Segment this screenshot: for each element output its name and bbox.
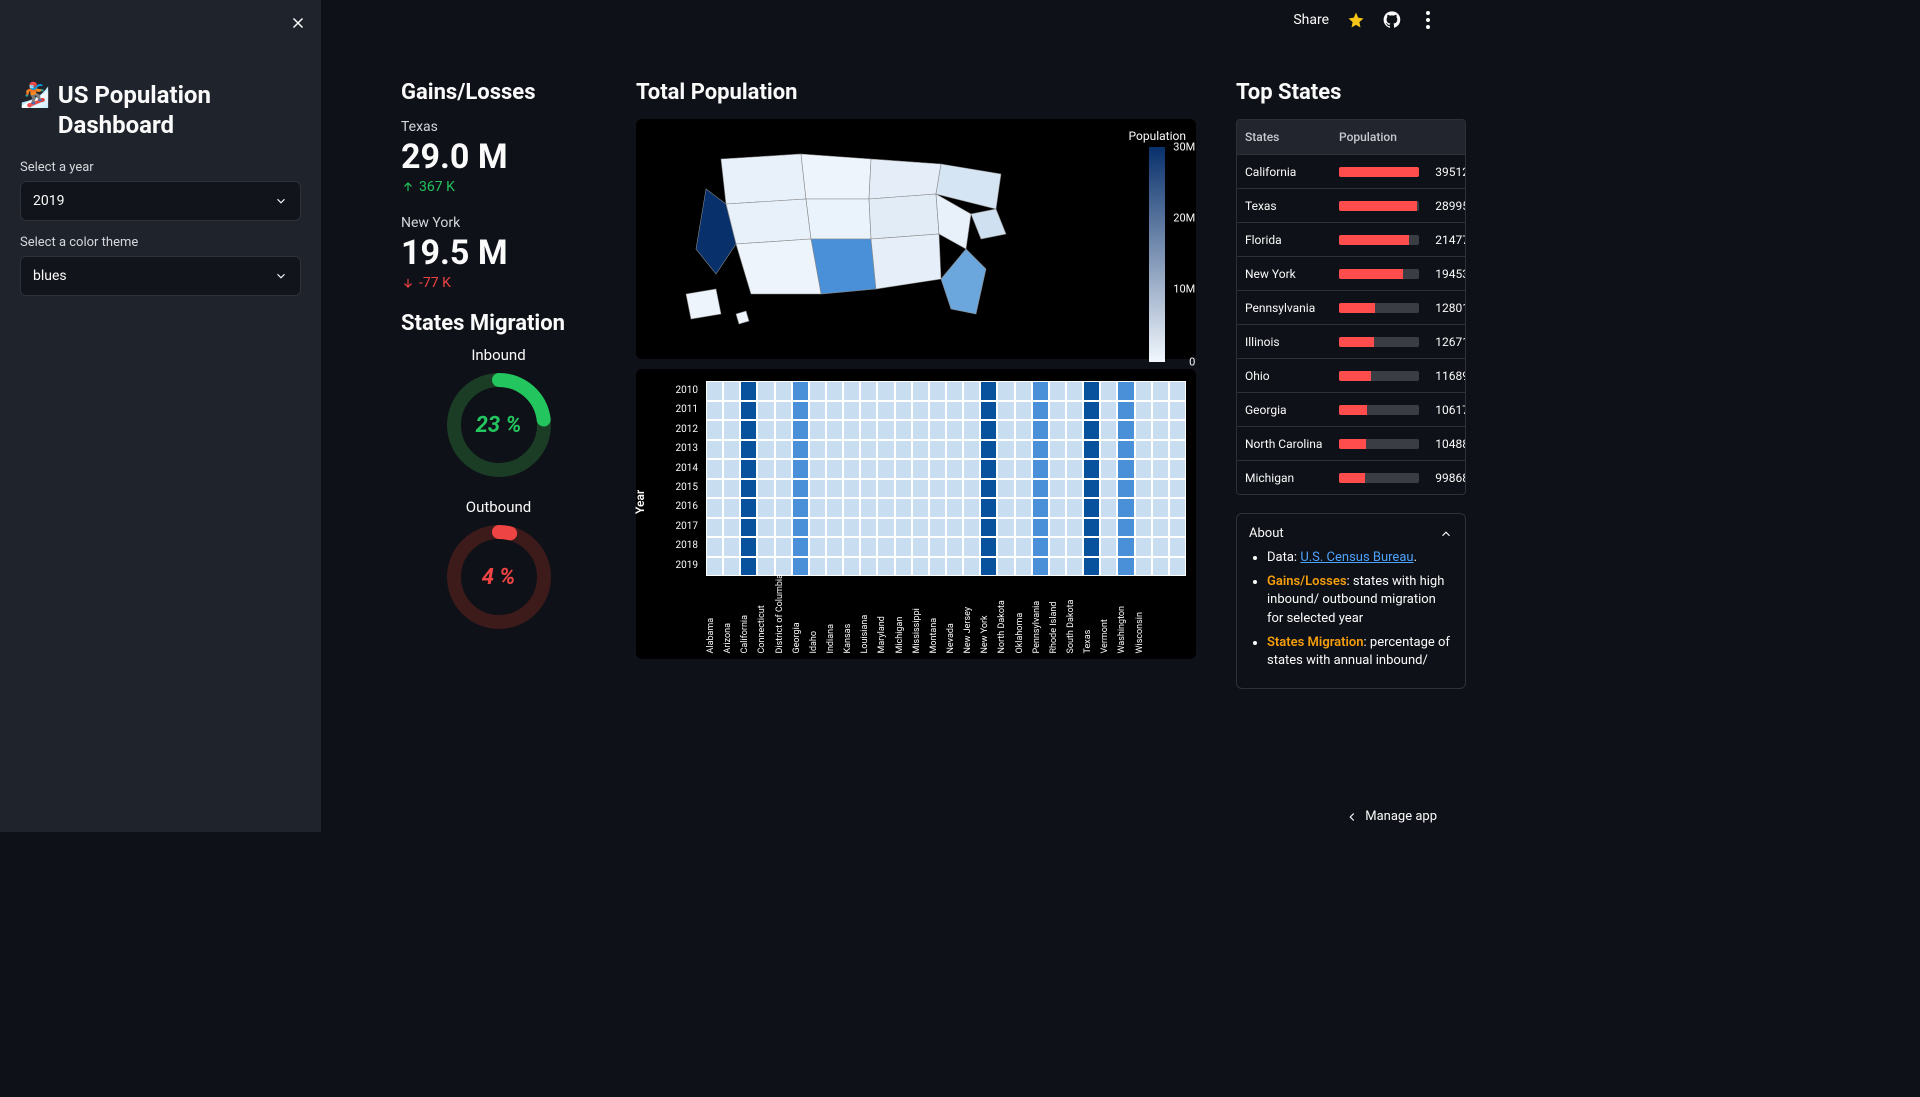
outbound-label: Outbound [401,498,596,516]
manage-app-label: Manage app [1365,809,1437,824]
pop-cell: 10488 [1419,437,1466,451]
state-cell: Texas [1245,199,1339,213]
pop-cell: 12801 [1419,301,1466,315]
state-card: Texas 29.0 M 367 K [401,119,596,195]
year-value: 2019 [33,193,64,209]
year-label: Select a year [20,160,301,175]
about-item: States Migration: percentage of states w… [1267,634,1453,670]
pop-bar [1339,337,1419,347]
col-top-states: Top States States Population California … [1236,80,1466,812]
pop-bar [1339,167,1419,177]
table-row[interactable]: Michigan 99868 [1237,460,1465,494]
about-item: Gains/Losses: states with high inbound/ … [1267,573,1453,628]
emoji-icon: 🏂 [20,80,50,110]
total-pop-heading: Total Population [636,80,1196,105]
year-select[interactable]: 2019 [20,181,301,221]
theme-value: blues [33,268,67,284]
state-name: Texas [401,119,596,135]
table-row[interactable]: Georgia 10617 [1237,392,1465,426]
about-expander: About Data: U.S. Census Bureau. Gains/Los… [1236,513,1466,689]
pop-bar [1339,473,1419,483]
state-cell: Florida [1245,233,1339,247]
close-sidebar-button[interactable] [289,14,307,36]
heatmap-y-ticks: 2010201120122013201420152016201720182019 [672,381,698,575]
state-cell: North Carolina [1245,437,1339,451]
pop-cell: 10617 [1419,403,1466,417]
table-row[interactable]: Texas 28995 [1237,188,1465,222]
gains-heading: Gains/Losses [401,80,596,105]
legend-tick: 10M [1173,282,1195,295]
pop-cell: 12671 [1419,335,1466,349]
about-toggle[interactable]: About [1249,526,1453,541]
about-heading: About [1249,526,1284,541]
state-card: New York 19.5 M -77 K [401,215,596,291]
pop-bar [1339,371,1419,381]
map-legend: Population 30M 20M 10M 0 [1129,129,1186,366]
state-name: New York [401,215,596,231]
page-title: 🏂 US Population Dashboard [20,80,301,140]
pop-bar [1339,235,1419,245]
state-pop: 29.0 M [401,137,596,177]
pop-cell: 11689 [1419,369,1466,383]
arrow-up-icon [401,180,415,194]
pop-cell: 21477 [1419,233,1466,247]
pop-bar [1339,303,1419,313]
chevron-left-icon [1345,810,1359,824]
pop-bar [1339,439,1419,449]
state-delta: -77 K [401,275,596,291]
top-states-table: States Population California 39512 Texas… [1236,119,1466,495]
legend-tick: 20M [1173,211,1195,224]
pop-cell: 99868 [1419,471,1466,485]
manage-app-button[interactable]: Manage app [1345,809,1437,824]
chevron-up-icon [1439,527,1453,541]
arrow-down-icon [401,276,415,290]
pop-bar [1339,405,1419,415]
top-states-heading: Top States [1236,80,1466,105]
pop-bar [1339,201,1419,211]
state-cell: Pennsylvania [1245,301,1339,315]
table-row[interactable]: Ohio 11689 [1237,358,1465,392]
theme-select[interactable]: blues [20,256,301,296]
choropleth-map[interactable]: Population 30M 20M 10M 0 [636,119,1196,359]
state-cell: New York [1245,267,1339,281]
state-cell: Illinois [1245,335,1339,349]
legend-tick: 0 [1189,356,1195,369]
chevron-down-icon [274,194,288,208]
heatmap[interactable]: Year 20102011201220132014201520162017201… [636,369,1196,659]
state-delta: 367 K [401,179,596,195]
theme-label: Select a color theme [20,235,301,250]
pop-cell: 28995 [1419,199,1466,213]
legend-tick: 30M [1173,141,1195,154]
title-text: US Population Dashboard [58,80,301,140]
table-row[interactable]: Florida 21477 [1237,222,1465,256]
inbound-donut: 23 % [444,370,554,480]
state-cell: Michigan [1245,471,1339,485]
col-gains: Gains/Losses Texas 29.0 M 367 K New York… [401,80,596,812]
state-pop: 19.5 M [401,233,596,273]
about-link[interactable]: U.S. Census Bureau [1300,550,1413,565]
col-population: Population [1339,130,1419,144]
pop-cell: 39512 [1419,165,1466,179]
pop-bar [1339,269,1419,279]
sidebar: 🏂 US Population Dashboard Select a year … [0,0,321,832]
state-cell: Georgia [1245,403,1339,417]
col-states: States [1245,130,1339,144]
table-row[interactable]: Pennsylvania 12801 [1237,290,1465,324]
table-row[interactable]: North Carolina 10488 [1237,426,1465,460]
state-cell: Ohio [1245,369,1339,383]
col-total-pop: Total Population [636,80,1196,812]
table-row[interactable]: California 39512 [1237,154,1465,188]
table-row[interactable]: Illinois 12671 [1237,324,1465,358]
chevron-down-icon [274,269,288,283]
migration-heading: States Migration [401,311,596,336]
table-row[interactable]: New York 19453 [1237,256,1465,290]
about-item: Data: U.S. Census Bureau. [1267,549,1453,567]
heatmap-ylabel: Year [633,490,647,514]
inbound-label: Inbound [401,346,596,364]
pop-cell: 19453 [1419,267,1466,281]
heatmap-x-ticks: AlabamaArizonaCaliforniaConnecticutDistr… [706,574,1186,653]
state-cell: California [1245,165,1339,179]
us-map-svg [681,139,1041,339]
outbound-donut: 4 % [444,522,554,632]
